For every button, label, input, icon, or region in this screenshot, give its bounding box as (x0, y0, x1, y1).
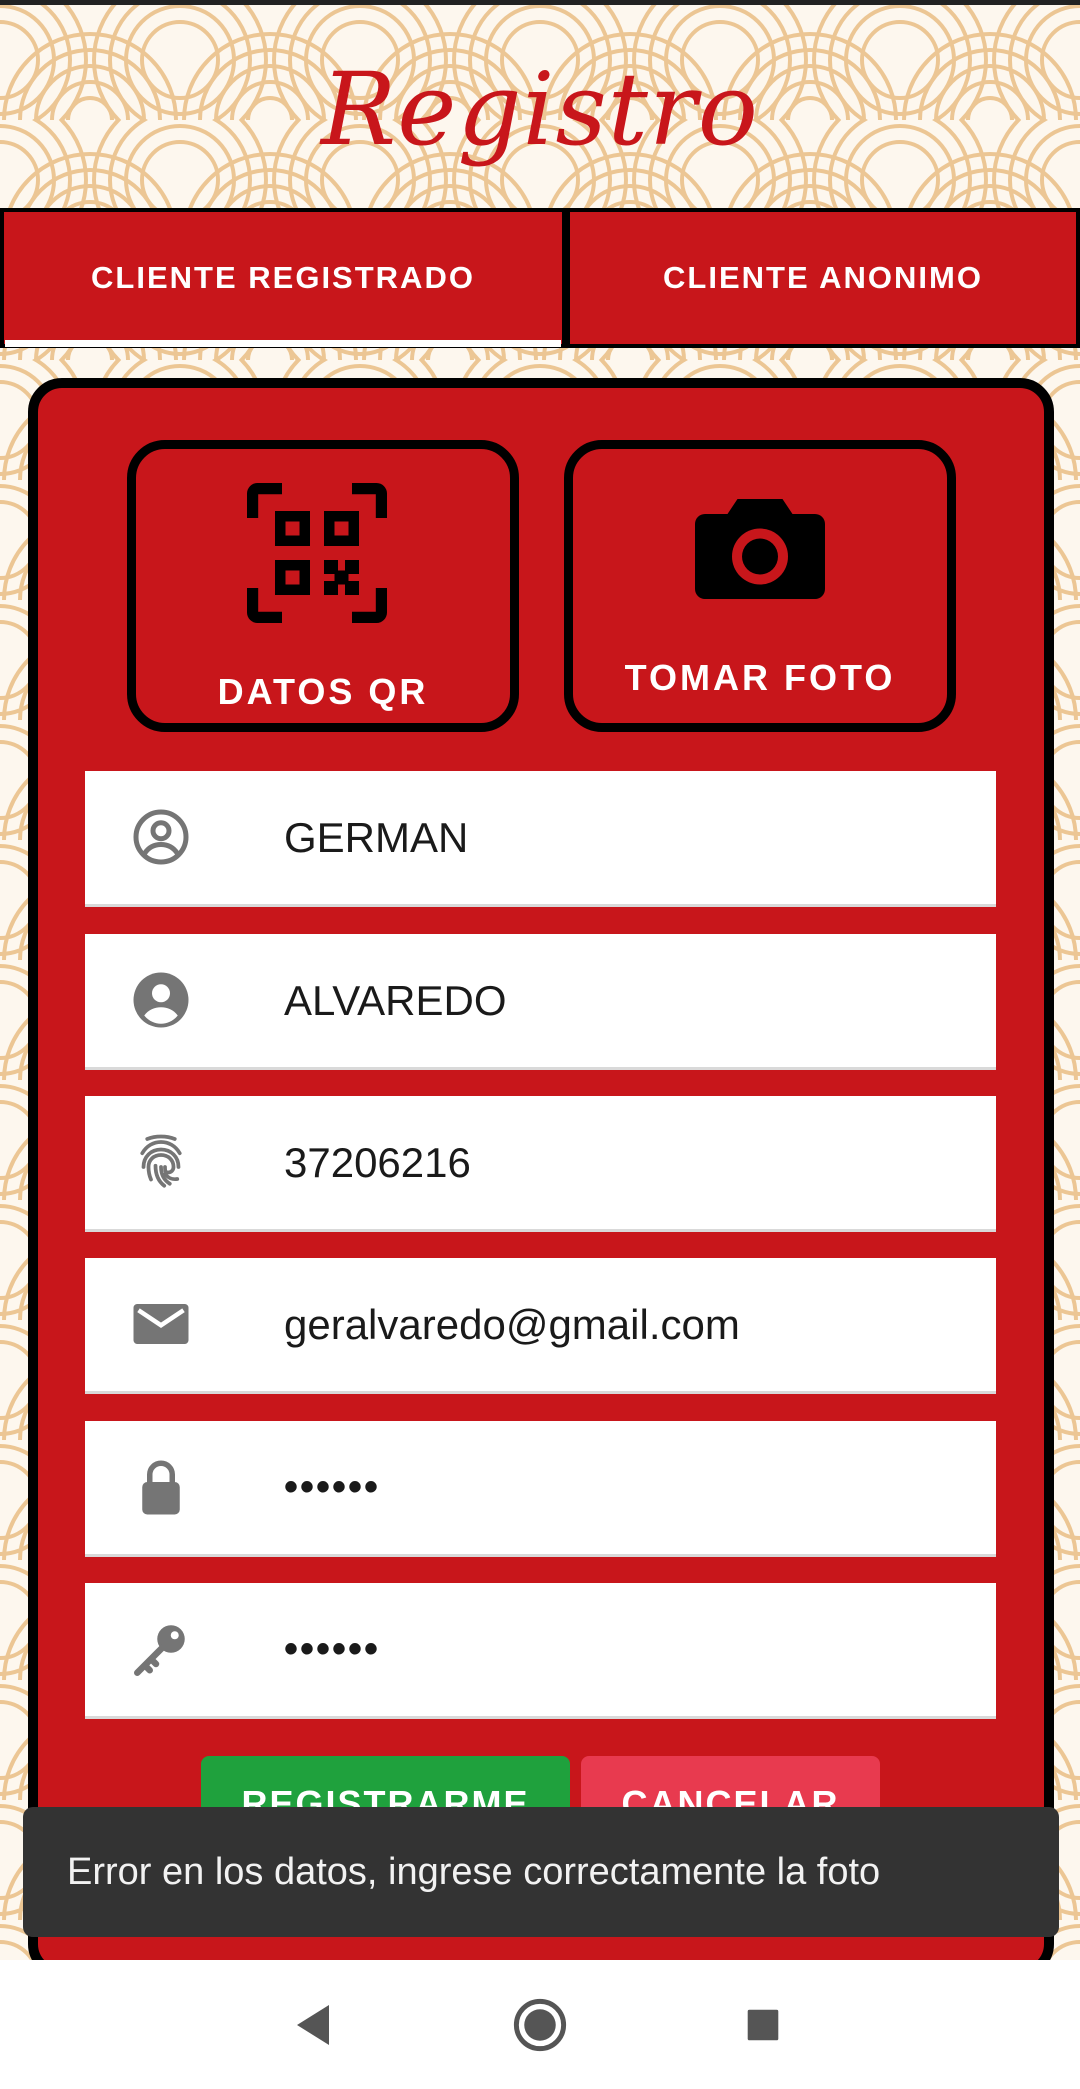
tomar-foto-button[interactable]: TOMAR FOTO (564, 440, 956, 732)
status-bar-edge (0, 0, 1080, 5)
password-value: •••••• (284, 1465, 381, 1509)
tab-cliente-registrado[interactable]: CLIENTE REGISTRADO (0, 208, 566, 348)
password-field[interactable]: •••••• (85, 1421, 996, 1554)
lock-icon (142, 1460, 180, 1515)
datos-qr-label: DATOS QR (217, 671, 429, 712)
qr-code-scan-icon (247, 483, 387, 623)
error-toast: Error en los datos, ingrese correctament… (23, 1807, 1059, 1937)
confirm-password-field[interactable]: •••••• (85, 1583, 996, 1716)
confirm-password-value: •••••• (284, 1627, 381, 1671)
nombre-field[interactable]: GERMAN (85, 771, 996, 904)
email-value: geralvaredo@gmail.com (284, 1301, 740, 1348)
camera-icon (695, 499, 825, 599)
apellido-field[interactable]: ALVAREDO (85, 934, 996, 1067)
recents-icon (747, 2009, 779, 2040)
email-field[interactable]: geralvaredo@gmail.com (85, 1258, 996, 1391)
page-title: Registro (321, 51, 759, 168)
back-icon (297, 2004, 329, 2045)
datos-qr-button[interactable]: DATOS QR (127, 440, 519, 732)
home-icon (513, 1998, 567, 2051)
tab-label: CLIENTE REGISTRADO (91, 260, 475, 295)
account-circle-outline-icon (133, 809, 189, 865)
key-icon (134, 1625, 185, 1676)
tab-bar: CLIENTE REGISTRADO CLIENTE ANONIMO (0, 208, 1080, 352)
toast-message: Error en los datos, ingrese correctament… (67, 1851, 881, 1893)
nav-home-button[interactable] (495, 1960, 585, 2089)
dni-value: 37206216 (284, 1139, 471, 1186)
selected-tab-indicator (5, 340, 561, 347)
tab-label: CLIENTE ANONIMO (663, 260, 983, 295)
nav-recents-button[interactable] (718, 1960, 808, 2089)
apellido-value: ALVAREDO (284, 977, 507, 1024)
dni-field[interactable]: 37206216 (85, 1096, 996, 1229)
email-icon (133, 1304, 189, 1344)
system-navigation-bar (0, 1960, 1080, 2089)
nombre-value: GERMAN (284, 814, 469, 861)
account-circle-icon (133, 972, 189, 1028)
fingerprint-icon (140, 1134, 182, 1188)
tab-cliente-anonimo[interactable]: CLIENTE ANONIMO (566, 208, 1080, 348)
nav-back-button[interactable] (268, 1960, 358, 2089)
tomar-foto-label: TOMAR FOTO (624, 657, 896, 698)
